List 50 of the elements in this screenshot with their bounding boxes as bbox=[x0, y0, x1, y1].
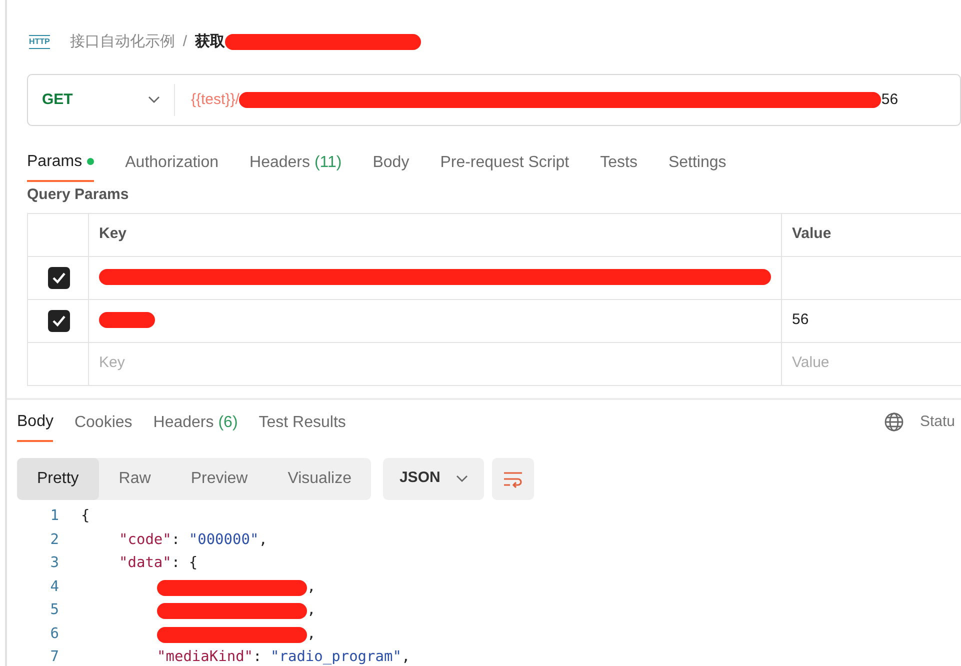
check-icon bbox=[52, 314, 66, 326]
status-label: Statu bbox=[920, 412, 955, 432]
line-number: 6 bbox=[49, 624, 59, 644]
tab[interactable]: Body bbox=[17, 400, 54, 442]
line-number: 2 bbox=[49, 530, 59, 550]
method-dropdown[interactable]: GET bbox=[28, 84, 175, 116]
collection-link[interactable]: 接口自动化示例 bbox=[70, 30, 175, 54]
line-number: 1 bbox=[49, 507, 59, 526]
wrap-icon bbox=[502, 470, 524, 488]
tab[interactable]: Authorization bbox=[125, 136, 219, 182]
column-header: Value bbox=[782, 213, 961, 256]
tab[interactable]: Headers (6) bbox=[153, 400, 238, 442]
breadcrumb-separator: / bbox=[182, 32, 188, 52]
code-line: , bbox=[81, 600, 316, 622]
caret-icon bbox=[456, 474, 468, 482]
param-value: 56 bbox=[792, 311, 809, 328]
line-number: 5 bbox=[49, 601, 59, 620]
column-header: Key bbox=[88, 213, 782, 256]
view-mode-tab[interactable]: Raw bbox=[98, 458, 171, 500]
tab[interactable]: Params bbox=[27, 136, 94, 182]
code-line: "data": { bbox=[118, 554, 198, 574]
line-number: 7 bbox=[49, 648, 59, 666]
view-mode-tab[interactable]: Pretty bbox=[17, 458, 99, 500]
checkbox[interactable] bbox=[48, 310, 70, 332]
view-mode-tab[interactable]: Preview bbox=[170, 458, 268, 500]
request-name: 获取 bbox=[195, 32, 226, 52]
tab[interactable]: Pre-request Script bbox=[440, 136, 570, 182]
url-variable: {{test}}/ bbox=[191, 90, 240, 110]
section-title: Query Params bbox=[27, 185, 130, 205]
code-line: , bbox=[81, 576, 316, 599]
code-line: { bbox=[81, 507, 90, 526]
check-icon bbox=[52, 272, 66, 284]
tab[interactable]: Cookies bbox=[74, 400, 132, 442]
code-line: "code": "000000", bbox=[118, 530, 268, 550]
caret-icon bbox=[148, 96, 160, 104]
view-mode-tab[interactable]: Visualize bbox=[268, 458, 372, 500]
code-line: "mediaKind": "radio_program", bbox=[156, 648, 410, 666]
code-line: , bbox=[81, 624, 316, 646]
tab[interactable]: Test Results bbox=[258, 400, 346, 442]
line-number: 3 bbox=[49, 554, 59, 574]
tab[interactable]: Settings bbox=[668, 136, 726, 182]
globe-icon bbox=[884, 412, 904, 432]
wrap-lines-button[interactable] bbox=[492, 458, 534, 500]
tab[interactable]: Body bbox=[372, 136, 410, 182]
url-text: 56 bbox=[881, 90, 898, 110]
checkbox[interactable] bbox=[48, 266, 70, 288]
tab[interactable]: Headers (11) bbox=[250, 136, 342, 182]
tab[interactable]: Tests bbox=[600, 136, 638, 182]
line-number: 4 bbox=[49, 578, 59, 597]
format-dropdown[interactable]: JSON bbox=[383, 458, 484, 500]
